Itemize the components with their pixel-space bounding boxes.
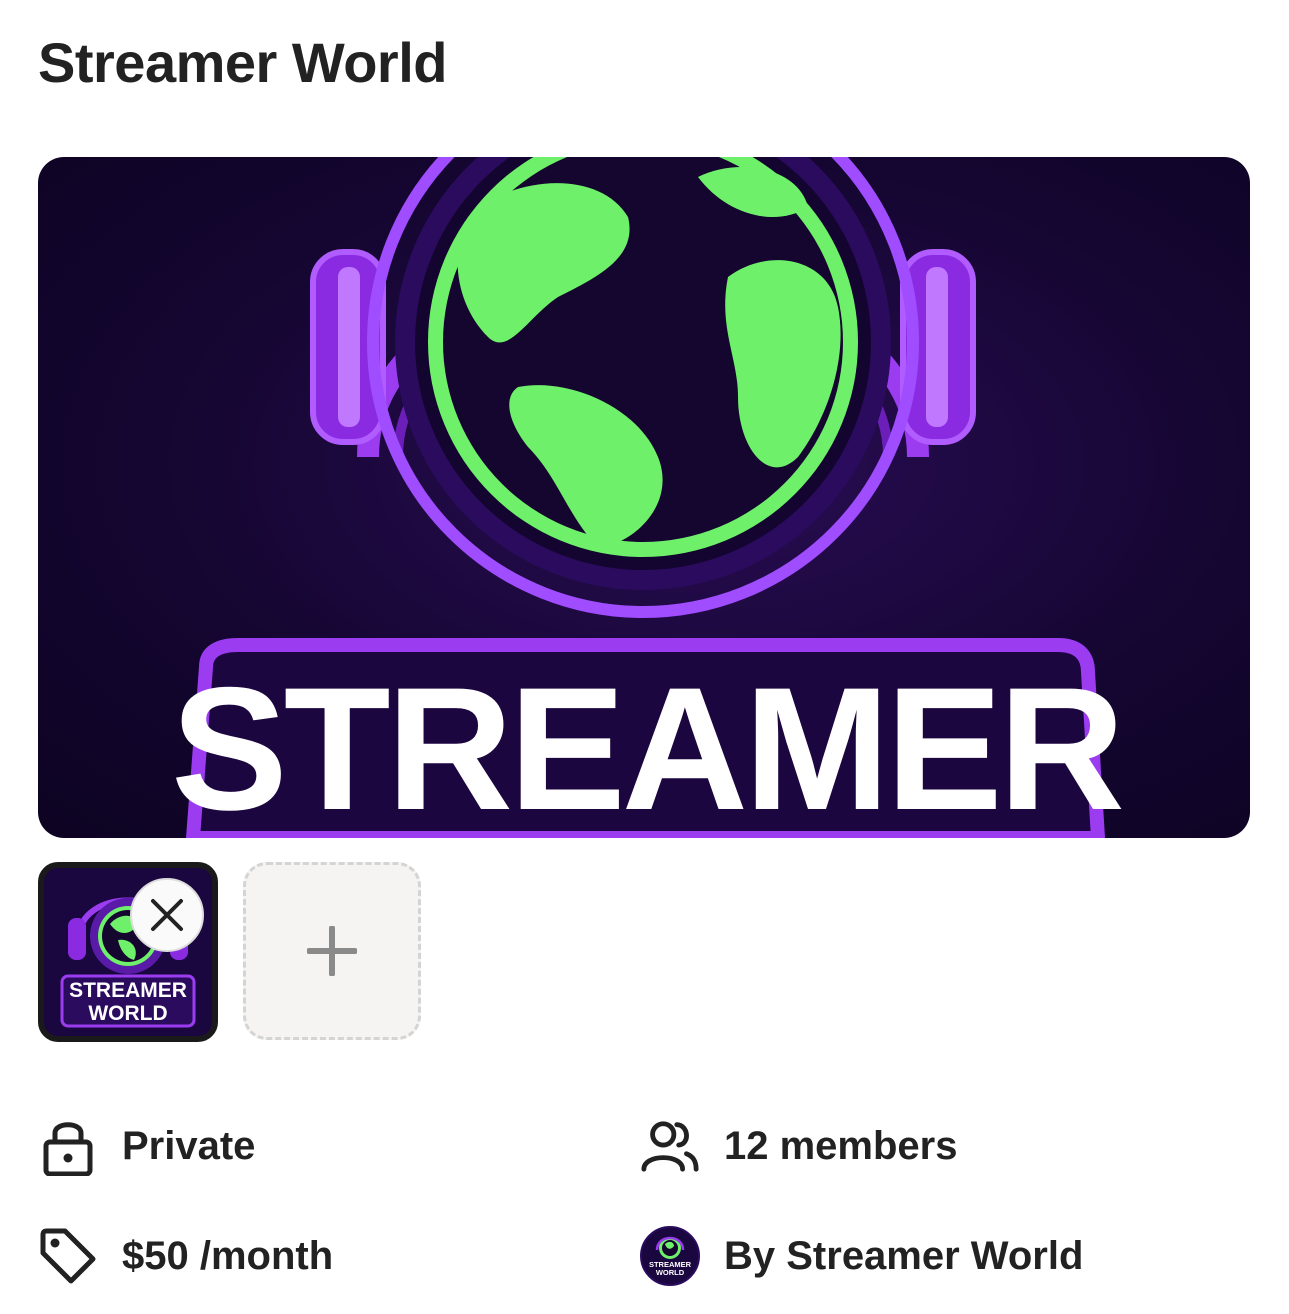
lock-icon [38,1116,98,1176]
price-row: $50 /month [38,1226,333,1286]
owner-label[interactable]: By Streamer World [724,1234,1083,1279]
close-icon [151,899,183,931]
members-label: 12 members [724,1123,958,1168]
owner-row[interactable]: STREAMER WORLD By Streamer World [640,1226,1083,1286]
page-title: Streamer World [38,31,447,94]
remove-thumbnail-button[interactable] [130,878,204,952]
members-row: 12 members [640,1116,957,1176]
thumb-logo-line1: STREAMER [69,979,187,1002]
plus-icon [307,926,357,976]
cover-logo-text: STREAMER [171,652,1122,838]
cover-image: STREAMER [38,157,1250,838]
users-icon [640,1116,700,1176]
avatar: STREAMER WORLD [640,1226,700,1286]
privacy-label: Private [122,1123,256,1168]
thumb-logo-line2: WORLD [88,1002,167,1025]
avatar-line2: WORLD [656,1268,685,1277]
tag-icon [38,1226,98,1286]
add-media-button[interactable] [243,862,421,1040]
privacy-row: Private [38,1116,255,1176]
streamer-world-logo: STREAMER [171,157,1126,838]
price-label: $50 /month [122,1233,334,1278]
